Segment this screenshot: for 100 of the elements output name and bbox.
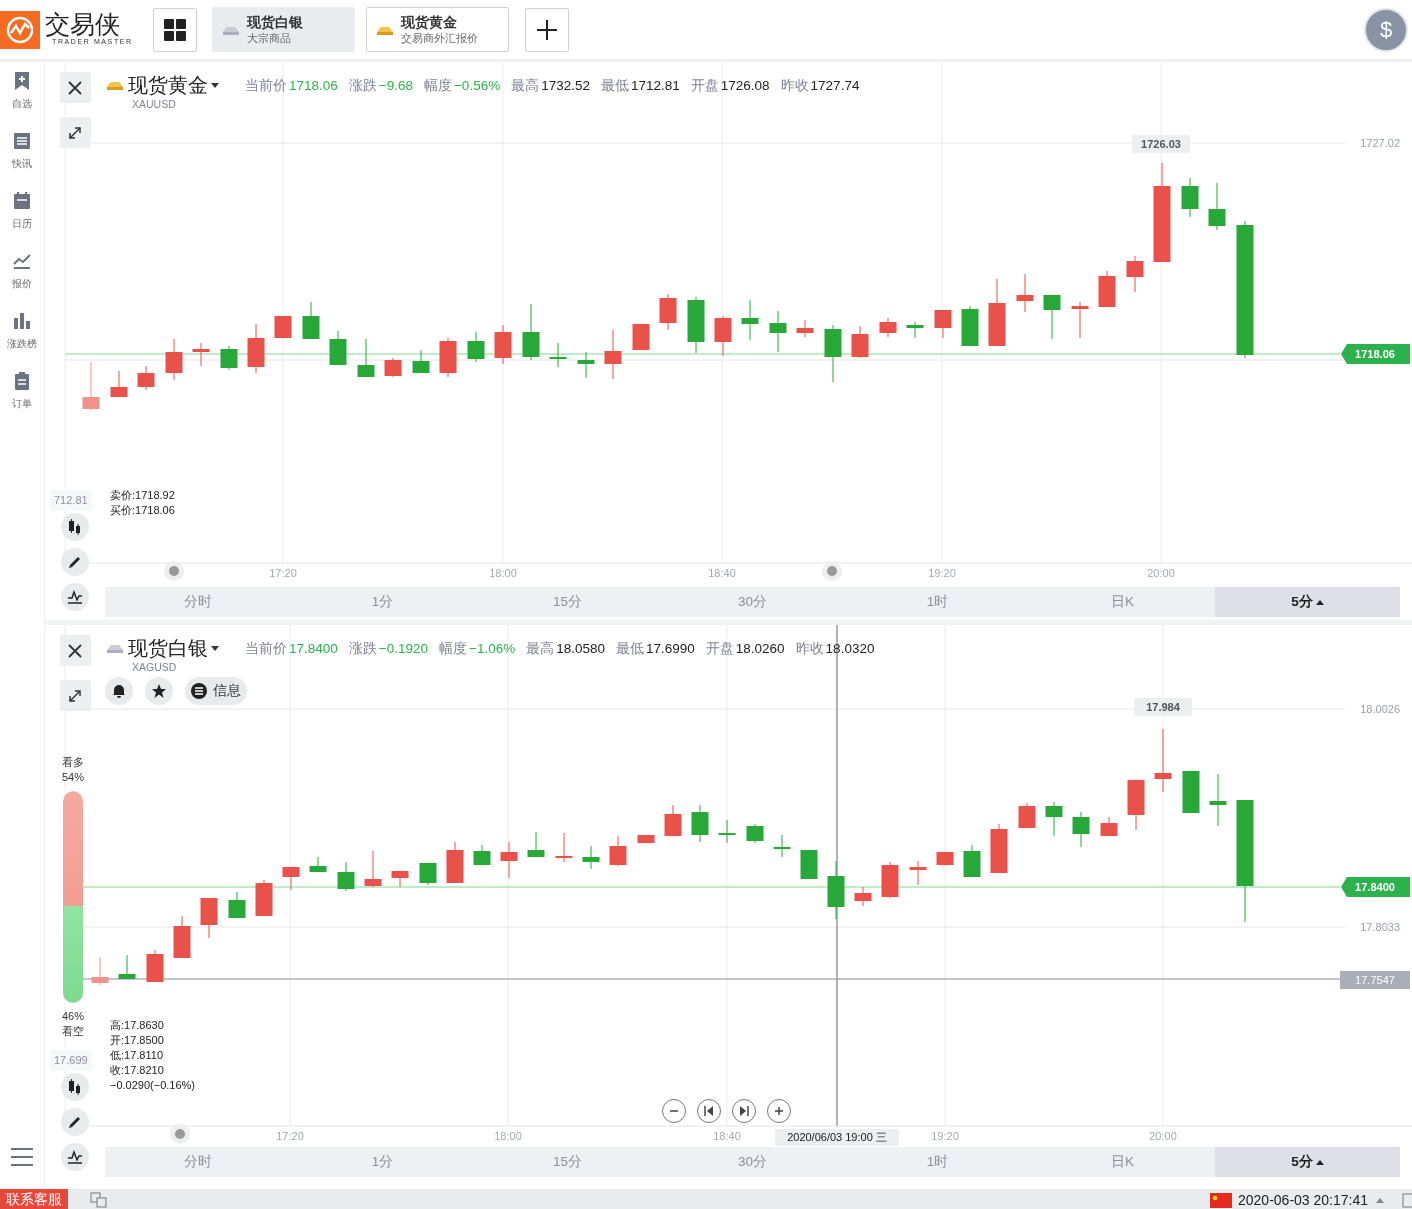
scroll-handle[interactable]: [170, 1124, 190, 1144]
indicator-button[interactable]: [61, 1143, 89, 1171]
indicator-button[interactable]: [61, 583, 89, 611]
timeframe-tab[interactable]: 分时: [105, 1147, 290, 1177]
price-label: 17.699: [50, 1050, 92, 1071]
candle: [446, 841, 464, 884]
candle: [1043, 294, 1061, 340]
candle: [827, 860, 845, 920]
candle: [494, 324, 512, 365]
candle: [1071, 301, 1089, 339]
candle: [1127, 778, 1145, 831]
candle: [165, 338, 183, 381]
candle: [936, 851, 954, 866]
candle: [522, 303, 540, 361]
sidebar-item[interactable]: 快讯: [12, 131, 32, 191]
candle: [963, 844, 981, 878]
sentiment-percent: 54%: [62, 770, 84, 785]
zoom-out-button[interactable]: [662, 1099, 686, 1123]
instrument-tab[interactable]: 现货黄金 交易商外汇报价: [366, 7, 509, 52]
axis-label: 18:40: [713, 1130, 741, 1142]
favorite-button[interactable]: [145, 677, 173, 705]
axis-label: 18.0026: [1360, 703, 1400, 715]
close-icon: [67, 79, 83, 96]
timeframe-tab[interactable]: 1时: [845, 1147, 1030, 1177]
expand-button[interactable]: [59, 680, 91, 711]
candle: [906, 321, 924, 339]
menu-icon[interactable]: [10, 1147, 34, 1167]
timeframe-tab[interactable]: 30分: [660, 587, 845, 617]
candle: [173, 915, 191, 959]
timeframe-tab[interactable]: 日K: [1030, 1147, 1215, 1177]
draw-button[interactable]: [61, 548, 89, 576]
timeframe-tab[interactable]: 5分: [1215, 587, 1400, 617]
candle: [691, 804, 709, 843]
chart-type-button[interactable]: [61, 1073, 89, 1101]
add-button[interactable]: [525, 7, 569, 52]
instrument-selector[interactable]: 现货白银: [105, 635, 219, 661]
axis-label: 18:00: [494, 1130, 522, 1142]
candle: [439, 337, 457, 378]
scroll-handle[interactable]: [164, 561, 184, 581]
timeframe-tab[interactable]: 15分: [475, 1147, 660, 1177]
timeframe-tab[interactable]: 5分: [1215, 1147, 1400, 1177]
timeframe-tab[interactable]: 30分: [660, 1147, 845, 1177]
stat-value: 17.8400: [289, 641, 338, 656]
candle: [604, 329, 622, 380]
layout-button[interactable]: [153, 7, 197, 52]
stat-value: 1726.08: [720, 78, 770, 93]
sidebar-item[interactable]: 报价: [12, 251, 32, 311]
sidebar-item[interactable]: 订单: [12, 371, 32, 431]
timeframe-tab[interactable]: 1分: [290, 1147, 475, 1177]
step-forward-button[interactable]: [732, 1099, 756, 1123]
account-button[interactable]: $: [1364, 7, 1408, 52]
sidebar-item[interactable]: 自选: [12, 71, 32, 131]
instrument-selector[interactable]: 现货黄金: [105, 72, 219, 98]
candle: [1072, 811, 1090, 848]
candle: [769, 310, 787, 353]
step-back-button[interactable]: [697, 1099, 721, 1123]
timeframe-tab[interactable]: 15分: [475, 587, 660, 617]
chart-type-button[interactable]: [61, 513, 89, 541]
axis-label: 20:00: [1149, 1130, 1177, 1142]
plus-icon: [536, 18, 558, 41]
close-button[interactable]: [59, 635, 91, 666]
candle: [800, 849, 818, 880]
zoom-in-button[interactable]: [767, 1099, 791, 1123]
stat-label: 涨跌: [348, 78, 377, 93]
timeframe-tab[interactable]: 1时: [845, 587, 1030, 617]
scroll-handle[interactable]: [822, 561, 842, 581]
caret-icon: [211, 645, 219, 651]
expand-button[interactable]: [59, 117, 91, 148]
timeframe-tab[interactable]: 日K: [1030, 587, 1215, 617]
alert-button[interactable]: [105, 677, 133, 705]
grid-icon: [164, 18, 186, 41]
candle: [1208, 182, 1226, 231]
candle: [1154, 728, 1172, 793]
sidebar-item[interactable]: 日历: [12, 191, 32, 251]
sentiment-label: 看空: [62, 1024, 84, 1039]
plus-icon: [773, 1105, 785, 1117]
info-button[interactable]: 信息: [185, 677, 247, 705]
stat-value: −9.68: [378, 78, 413, 93]
logo-icon: [0, 10, 40, 49]
timeframe-tab[interactable]: 1分: [290, 587, 475, 617]
candle: [609, 835, 627, 867]
support-button[interactable]: 联系客服: [0, 1189, 68, 1209]
quote-line: 买价:1718.06: [110, 503, 175, 518]
stat-value: 18.0260: [735, 641, 785, 656]
draw-button[interactable]: [61, 1108, 89, 1136]
sidebar-item[interactable]: 涨跌榜: [7, 311, 37, 371]
candle: [527, 831, 545, 858]
tab-title: 现货黄金: [401, 14, 458, 31]
candle: [1209, 773, 1227, 827]
flag-icon: [1210, 1192, 1232, 1208]
close-button[interactable]: [59, 72, 91, 103]
candle: [988, 278, 1006, 347]
stat-value: 1727.74: [810, 78, 860, 93]
candle: [582, 845, 600, 870]
candle: [851, 325, 869, 359]
tab-title: 现货白银: [247, 14, 303, 31]
sentiment-percent: 46%: [62, 1009, 84, 1024]
instrument-tab[interactable]: 现货白银 大宗商品: [212, 7, 355, 52]
translate-icon[interactable]: [90, 1192, 108, 1208]
timeframe-tab[interactable]: 分时: [105, 587, 290, 617]
